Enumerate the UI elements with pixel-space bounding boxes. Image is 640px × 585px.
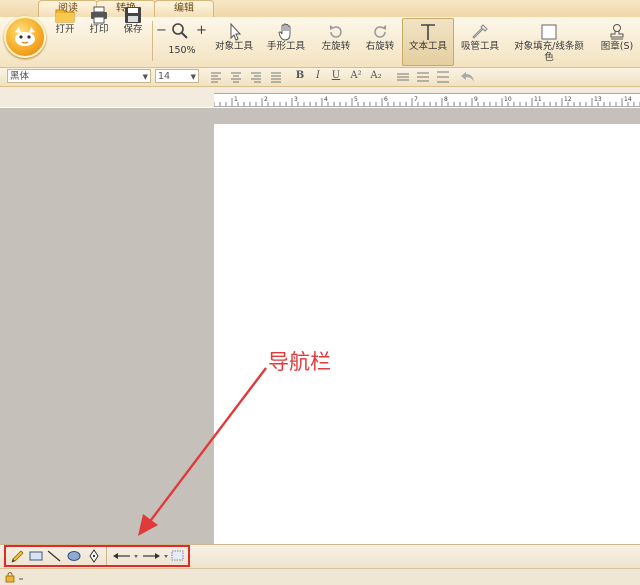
ruler-label: 5 bbox=[354, 96, 358, 103]
ruler-label: 9 bbox=[474, 96, 478, 103]
horizontal-ruler[interactable]: 1 2 3 4 5 6 7 8 9 10 11 12 13 14 bbox=[214, 93, 640, 107]
cursor-arrow-icon bbox=[230, 23, 242, 41]
align-left-icon[interactable] bbox=[211, 72, 221, 83]
bold-button[interactable]: B bbox=[292, 69, 308, 83]
ruler-label: 3 bbox=[294, 96, 298, 103]
zoom-in-button[interactable]: + bbox=[196, 23, 207, 38]
save-label: 保存 bbox=[123, 24, 143, 35]
ruler-label: 6 bbox=[384, 96, 388, 103]
subscript-button[interactable]: A₂ bbox=[368, 69, 384, 83]
print-label: 打印 bbox=[89, 24, 109, 35]
floppy-disk-icon bbox=[125, 7, 141, 23]
ruler-label: 12 bbox=[564, 96, 572, 103]
folder-icon bbox=[55, 9, 75, 23]
eyedropper-icon bbox=[472, 24, 488, 39]
ruler-ticks: 1 2 3 4 5 6 7 8 9 10 11 12 13 14 bbox=[214, 96, 640, 106]
toolbar-divider bbox=[152, 21, 153, 61]
rotate-right-icon bbox=[374, 25, 386, 38]
object-tool-button[interactable]: 对象工具 bbox=[212, 19, 256, 65]
eyedropper-tool-button[interactable]: 吸管工具 bbox=[458, 19, 502, 65]
document-page[interactable] bbox=[214, 124, 640, 544]
ruler-label: 7 bbox=[414, 96, 418, 103]
rotate-right-label: 右旋转 bbox=[365, 41, 395, 52]
undo-icon[interactable] bbox=[460, 70, 476, 84]
ruler-label: 1 bbox=[234, 96, 238, 103]
print-button[interactable]: 打印 bbox=[84, 2, 114, 48]
fill-line-color-label-2: 色 bbox=[544, 52, 554, 63]
align-center-icon[interactable] bbox=[231, 72, 241, 83]
ruler-label: 4 bbox=[324, 96, 328, 103]
font-size-select[interactable]: 14 ▼ bbox=[155, 69, 199, 83]
text-t-icon bbox=[421, 24, 435, 40]
app-logo-icon[interactable] bbox=[4, 16, 46, 58]
stamp-label: 图章(S) bbox=[600, 41, 634, 52]
square-outline-icon bbox=[541, 24, 557, 40]
rotate-left-label: 左旋转 bbox=[321, 41, 351, 52]
text-tool-button[interactable]: 文本工具 bbox=[402, 18, 454, 66]
save-button[interactable]: 保存 bbox=[118, 2, 148, 48]
chevron-down-icon: ▼ bbox=[190, 73, 196, 81]
spacing-medium-icon[interactable] bbox=[417, 72, 429, 82]
status-bar bbox=[0, 568, 640, 585]
printer-icon bbox=[91, 6, 107, 24]
eyedropper-tool-label: 吸管工具 bbox=[460, 41, 499, 52]
ruler-label: 10 bbox=[504, 96, 512, 103]
align-right-icon[interactable] bbox=[251, 72, 261, 83]
object-tool-label: 对象工具 bbox=[214, 41, 253, 52]
ruler-label: 8 bbox=[444, 96, 448, 103]
alignment-buttons bbox=[211, 72, 281, 83]
rotate-left-button[interactable]: 左旋转 bbox=[316, 19, 356, 65]
italic-button[interactable]: I bbox=[310, 69, 326, 83]
stamp-icon bbox=[610, 24, 624, 40]
align-justify-icon[interactable] bbox=[271, 72, 281, 83]
font-size-value: 14 bbox=[158, 71, 171, 82]
text-tool-label: 文本工具 bbox=[408, 41, 447, 52]
ruler-label: 14 bbox=[624, 96, 632, 103]
ruler-label: 2 bbox=[264, 96, 268, 103]
spacing-double-icon[interactable] bbox=[437, 71, 449, 83]
lock-icon[interactable] bbox=[4, 570, 28, 583]
ruler-label: 11 bbox=[534, 96, 542, 103]
chevron-down-icon: ▼ bbox=[142, 73, 148, 81]
magnifier-icon[interactable] bbox=[171, 22, 189, 40]
annotation-label: 导航栏 bbox=[268, 350, 331, 374]
open-label: 打开 bbox=[55, 24, 75, 35]
hand-tool-button[interactable]: 手形工具 bbox=[264, 19, 308, 65]
navigation-bar-highlight bbox=[4, 545, 190, 567]
zoom-level[interactable]: 150% bbox=[166, 45, 198, 56]
hand-icon bbox=[278, 23, 291, 41]
rotate-left-icon bbox=[330, 25, 342, 38]
tab-edit[interactable]: 编辑 bbox=[154, 0, 214, 17]
open-button[interactable]: 打开 bbox=[50, 2, 80, 48]
ruler-label: 13 bbox=[594, 96, 602, 103]
line-spacing-buttons bbox=[397, 71, 449, 83]
fill-line-color-button[interactable]: 对象填充/线条颜 色 bbox=[508, 19, 590, 65]
annotation-arrow-icon bbox=[138, 367, 267, 536]
superscript-button[interactable]: A² bbox=[348, 69, 364, 83]
stamp-button[interactable]: 图章(S) bbox=[596, 19, 638, 65]
hand-tool-label: 手形工具 bbox=[266, 41, 305, 52]
rotate-right-button[interactable]: 右旋转 bbox=[360, 19, 400, 65]
zoom-out-button[interactable]: − bbox=[156, 23, 167, 38]
fill-line-color-label: 对象填充/线条颜 bbox=[514, 41, 584, 52]
font-family-value: 黑体 bbox=[10, 71, 30, 82]
font-family-select[interactable]: 黑体 ▼ bbox=[7, 69, 151, 83]
workspace-top-margin bbox=[214, 108, 640, 124]
spacing-single-icon[interactable] bbox=[397, 73, 409, 81]
underline-button[interactable]: U bbox=[328, 69, 344, 83]
